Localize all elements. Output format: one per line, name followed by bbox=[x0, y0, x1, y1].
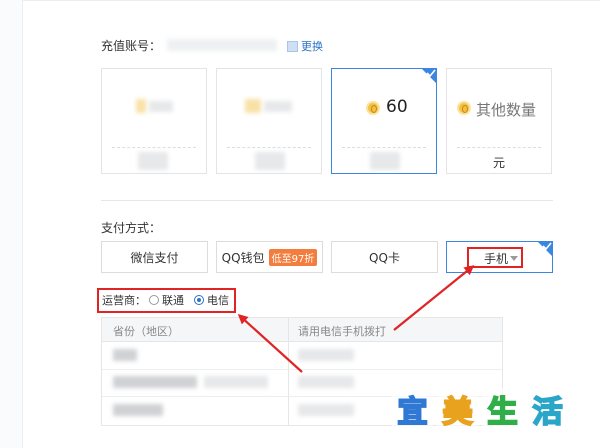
watermark-char: 宜 bbox=[392, 388, 433, 431]
annotation-arrows bbox=[237, 265, 475, 373]
arrow-to-carrier bbox=[237, 313, 303, 373]
watermark-char: 生 bbox=[482, 388, 523, 431]
watermark-char: 美 bbox=[437, 388, 478, 431]
watermark-char: 活 bbox=[527, 388, 568, 431]
arrow-to-phone bbox=[393, 265, 475, 331]
watermark-logo: 宜 美 生 活 bbox=[392, 388, 572, 431]
